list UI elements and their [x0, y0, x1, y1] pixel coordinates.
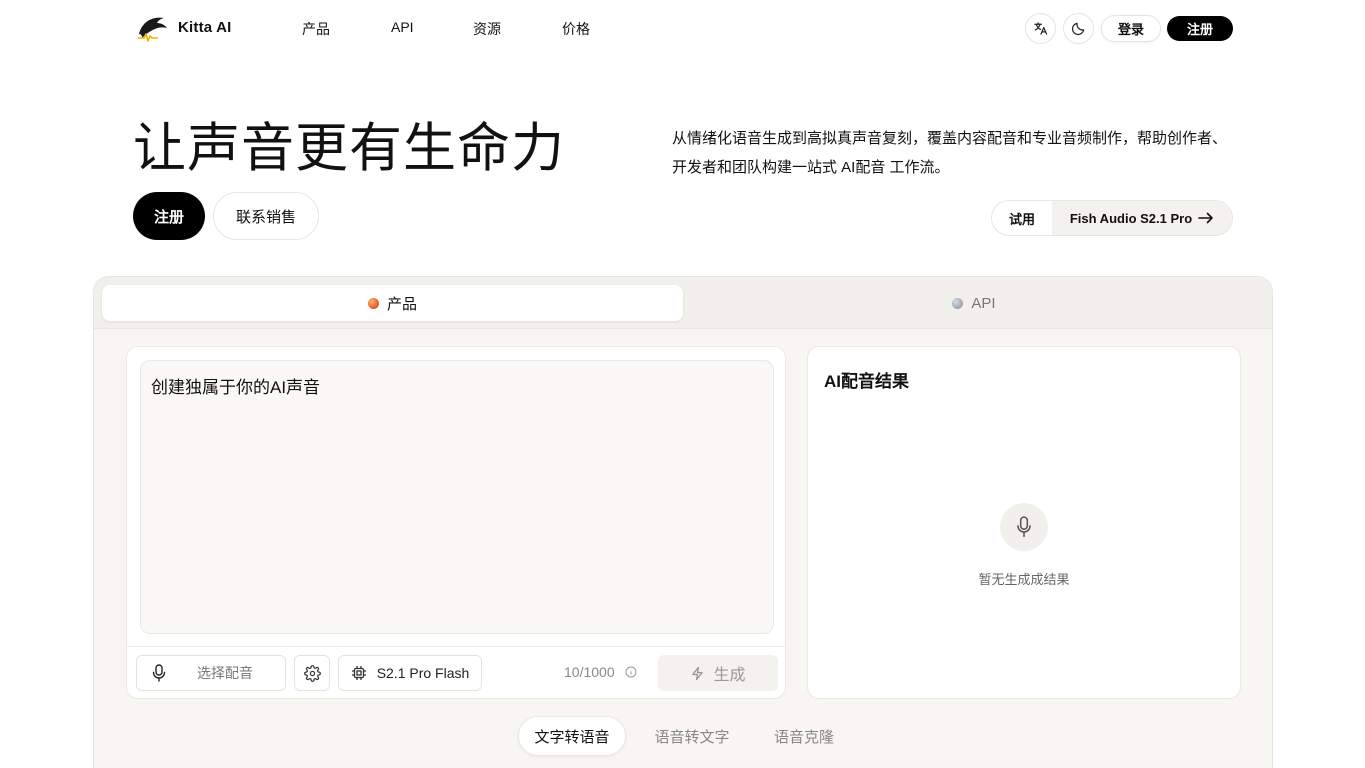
character-count-text: 10/1000: [564, 664, 615, 680]
try-model-link[interactable]: Fish Audio S2.1 Pro: [1052, 201, 1232, 235]
signup-button-header[interactable]: 注册: [1167, 16, 1233, 41]
lightning-icon: [692, 666, 704, 680]
orange-dot-icon: [367, 297, 379, 309]
mode-tab-tts[interactable]: 文字转语音: [518, 716, 626, 756]
theme-toggle-button[interactable]: [1063, 13, 1094, 44]
language-button[interactable]: [1025, 13, 1056, 44]
signup-button-hero[interactable]: 注册: [133, 192, 205, 240]
model-select-button[interactable]: S2.1 Pro Flash: [338, 655, 482, 691]
nav-item-resources[interactable]: 资源: [473, 19, 501, 39]
generate-label: 生成: [713, 667, 746, 684]
microphone-icon: [1017, 516, 1031, 538]
editor-divider: [127, 646, 785, 647]
result-mic-badge: [1000, 503, 1048, 551]
contact-sales-button[interactable]: 联系销售: [213, 192, 319, 240]
nav-item-pricing[interactable]: 价格: [562, 19, 590, 39]
top-header: Kitta AI 产品 API 资源 价格 登录 注册: [0, 0, 1365, 56]
try-label: 试用: [1008, 211, 1035, 227]
info-icon: [625, 666, 637, 678]
hero-title: 让声音更有生命力: [133, 119, 565, 178]
nav-item-products[interactable]: 产品: [302, 19, 330, 39]
microphone-icon: [152, 664, 166, 682]
result-card: AI配音结果 暂无生成成结果: [807, 346, 1241, 699]
character-counter: 10/1000: [564, 664, 637, 680]
translate-icon: [1034, 22, 1048, 35]
model-name: S2.1 Pro Flash: [376, 665, 470, 681]
tts-editor-card: 创建独属于你的AI声音 选择配音 S2.1 Pro Flash 10/1000 …: [126, 346, 786, 699]
logo[interactable]: Kitta AI: [136, 12, 232, 42]
nav-item-api[interactable]: API: [391, 19, 414, 35]
tts-text-input[interactable]: 创建独属于你的AI声音: [140, 360, 774, 634]
tab-api-label: API: [971, 294, 996, 312]
dolphin-logo-icon: [138, 17, 167, 42]
moon-icon: [1071, 22, 1085, 36]
demo-tab-bar: 产品 API: [94, 277, 1272, 329]
tab-products[interactable]: 产品: [102, 285, 683, 321]
mode-tab-stt[interactable]: 语音转文字: [642, 716, 742, 756]
hero-description: 从情绪化语音生成到高拟真声音复刻，覆盖内容配音和专业音频制作，帮助创作者、开发者…: [672, 130, 1228, 176]
settings-button[interactable]: [294, 655, 330, 691]
select-voice-label: 选择配音: [197, 665, 253, 681]
chip-icon: [351, 666, 366, 680]
empty-result-text: 暂无生成成结果: [978, 572, 1070, 587]
result-title: AI配音结果: [824, 372, 909, 391]
brand-name: Kitta AI: [178, 18, 232, 36]
mode-tab-voice-clone[interactable]: 语音克隆: [764, 716, 844, 756]
generate-button[interactable]: 生成: [658, 655, 778, 691]
gray-dot-icon: [952, 297, 964, 309]
try-model-pill[interactable]: 试用 Fish Audio S2.1 Pro: [991, 200, 1233, 236]
try-model-name: Fish Audio S2.1 Pro: [1069, 210, 1193, 226]
tab-products-label: 产品: [386, 295, 417, 313]
select-voice-button[interactable]: 选择配音: [136, 655, 286, 691]
arrow-right-icon: [1198, 212, 1213, 224]
gear-icon: [303, 664, 321, 682]
tab-api[interactable]: API: [684, 285, 1264, 321]
demo-panel: 产品 API 创建独属于你的AI声音 选择配音 S2.1 Pro Flash 1…: [93, 276, 1273, 768]
login-button[interactable]: 登录: [1101, 15, 1161, 42]
mode-tab-bar: 文字转语音 语音转文字 语音克隆: [94, 716, 1272, 756]
